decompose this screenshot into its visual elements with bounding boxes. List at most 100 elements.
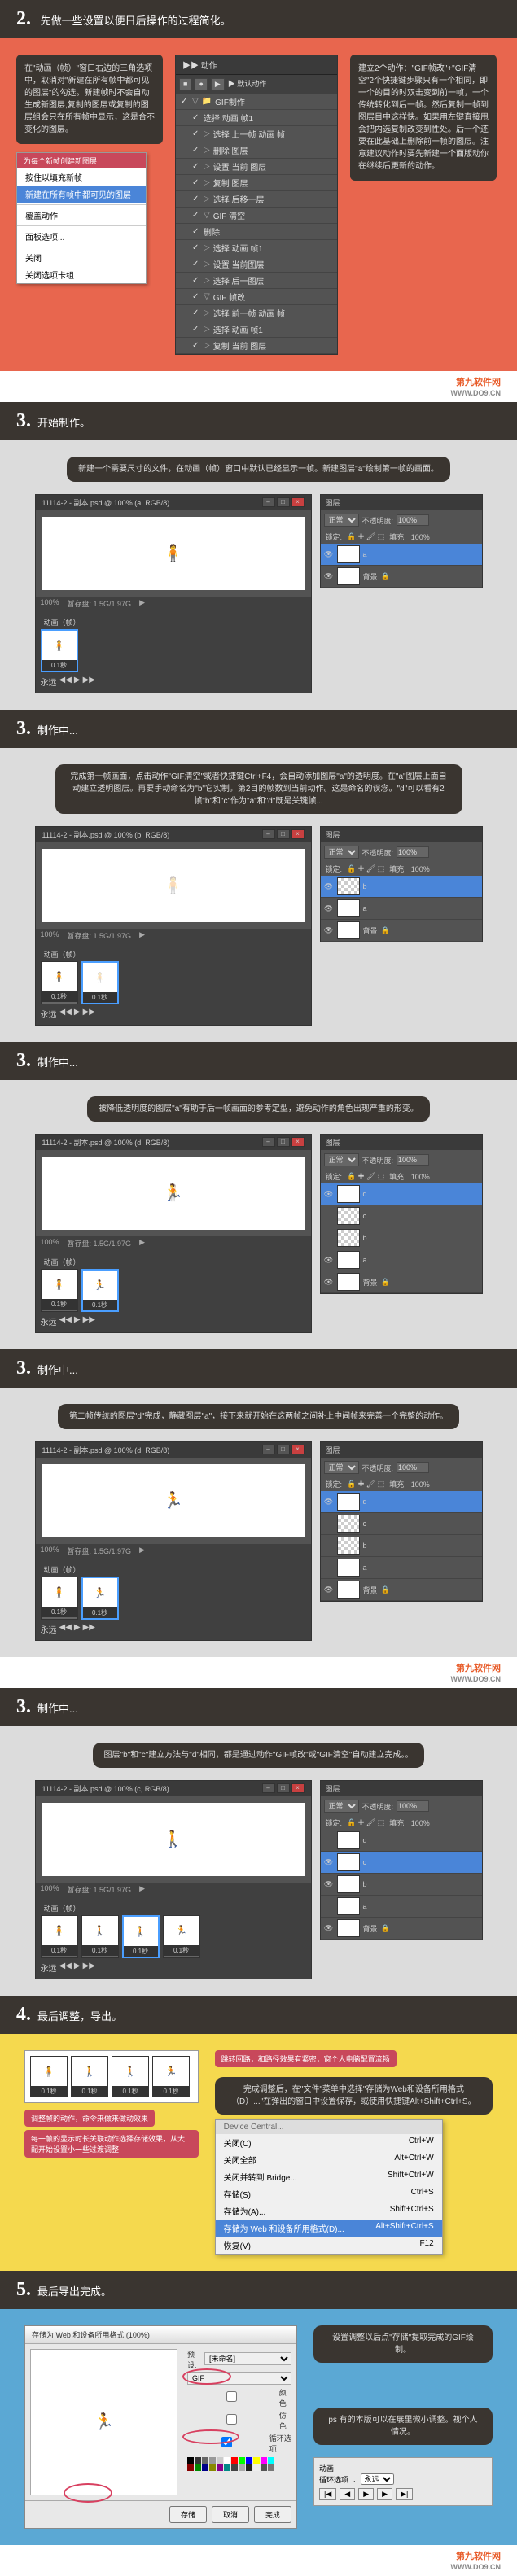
menu-item-highlighted[interactable]: 新建在所有帧中都可见的图层 <box>17 186 146 203</box>
preset-select[interactable]: [未命名] <box>204 2352 291 2365</box>
action-item[interactable]: ✓▷设置 当前图层 <box>176 256 337 273</box>
menu-item[interactable]: 面板选项... <box>17 228 146 245</box>
layer-row[interactable]: 👁背景 🔒 <box>321 1918 482 1940</box>
check[interactable] <box>187 2414 276 2425</box>
menu-item[interactable]: 按住以填充新帧 <box>17 168 146 186</box>
layer-row[interactable]: 👁背景 🔒 <box>321 1579 482 1601</box>
next-icon[interactable]: ▶ <box>377 2488 392 2500</box>
prev-icon[interactable]: ◀ <box>340 2488 355 2500</box>
cancel-button[interactable]: 取消 <box>212 2506 249 2523</box>
ps-document[interactable]: 11114-2 - 副本.psd @ 100% (b, RGB/8)–□× 🧍 … <box>35 826 312 1026</box>
stop-btn[interactable]: ■ <box>179 78 191 90</box>
layer-row[interactable]: b <box>321 1227 482 1249</box>
layer-row[interactable]: 👁c <box>321 1852 482 1874</box>
action-item[interactable]: ✓▽GIF 清空 <box>176 208 337 224</box>
layer-row[interactable]: 👁a <box>321 544 482 566</box>
frame[interactable]: 🏃0.1秒 <box>81 1269 119 1312</box>
canvas[interactable]: 🧍 <box>42 517 305 590</box>
frame[interactable]: 🧍0.1秒 <box>41 1577 78 1620</box>
preview[interactable]: 🏃 <box>30 2349 177 2495</box>
menu-item-highlighted[interactable]: 存储为 Web 和设备所用格式(D)...Alt+Shift+Ctrl+S <box>216 2220 442 2237</box>
action-item[interactable]: ✓▷设置 当前 图层 <box>176 159 337 175</box>
opacity[interactable] <box>397 514 429 526</box>
ps-document[interactable]: 11114-2 - 副本.psd @ 100% (d, RGB/8)–□× 🧍🏃… <box>35 1134 312 1333</box>
blend-mode[interactable]: 正常 <box>324 514 359 527</box>
layer-row[interactable]: 👁背景 🔒 <box>321 566 482 588</box>
loop-select[interactable]: 永远 <box>361 2473 394 2485</box>
zoom[interactable]: 100% <box>41 598 59 609</box>
close-btn[interactable]: × <box>291 497 305 507</box>
actions-toolbar[interactable]: ■ ● ▶ ▶ 默认动作 <box>176 75 337 94</box>
context-menu[interactable]: 为每个新帧创建新图层 按住以填充新帧 新建在所有帧中都可见的图层 覆盖动作 面板… <box>16 152 147 284</box>
layers-panel[interactable]: 图层 正常不透明度: 锁定:🔒 ✚ 🖌 ⬚填充:100% 👁d c b a 👁背… <box>320 1441 483 1602</box>
action-item[interactable]: ✓▷选择 后一图层 <box>176 273 337 289</box>
layers-panel[interactable]: 图层 正常不透明度: 锁定:🔒 ✚ 🖌 ⬚填充:100% d 👁c 👁b a 👁… <box>320 1780 483 1940</box>
layer-row[interactable]: c <box>321 1513 482 1535</box>
action-item[interactable]: ✓▽GIF 帧改 <box>176 289 337 305</box>
layer-row[interactable]: d <box>321 1830 482 1852</box>
export-dialog[interactable]: 存储为 Web 和设备所用格式 (100%) 🏃 预设:[未命名] GIF 颜色… <box>24 2325 297 2529</box>
play-btn[interactable]: ▶ <box>211 78 225 90</box>
layer-row[interactable]: c <box>321 1205 482 1227</box>
done-button[interactable]: 完成 <box>254 2506 291 2523</box>
ps-document[interactable]: 11114-2 - 副本.psd @ 100% (c, RGB/8)–□× 🚶 … <box>35 1780 312 1979</box>
layers-panel[interactable]: 图层 正常不透明度: 锁定:🔒 ✚ 🖌 ⬚填充:100% 👁d c b 👁a 👁… <box>320 1134 483 1294</box>
action-item[interactable]: ✓▷选择 上一帧 动画 帧 <box>176 126 337 142</box>
eye-icon[interactable]: 👁 <box>324 572 334 581</box>
frame[interactable]: 🧍0.1秒 <box>41 629 78 672</box>
check[interactable] <box>187 2391 276 2402</box>
last-icon[interactable]: ▶| <box>396 2488 413 2500</box>
frame[interactable]: 🧍0.1秒 <box>41 961 78 1004</box>
layer-row[interactable]: 👁d <box>321 1491 482 1513</box>
layers-tab[interactable]: 图层 <box>321 495 482 510</box>
menu-item[interactable]: 恢复(V)F12 <box>216 2237 442 2254</box>
menu-item[interactable]: 关闭选项卡组 <box>17 266 146 283</box>
file-menu[interactable]: Device Central... 关闭(C)Ctrl+W 关闭全部Alt+Ct… <box>215 2119 443 2255</box>
layers-panel[interactable]: 图层 正常不透明度: 锁定:🔒 ✚ 🖌 ⬚填充:100% 👁a 👁背景 🔒 <box>320 494 483 588</box>
layer-row[interactable]: b <box>321 1535 482 1557</box>
frame[interactable]: 🏃0.1秒 <box>163 1915 200 1958</box>
layer-row[interactable]: 👁a <box>321 1249 482 1271</box>
layer-row[interactable]: a <box>321 1557 482 1579</box>
actions-panel[interactable]: ▶▶ 动作 ■ ● ▶ ▶ 默认动作 ✓▽📁 GIF制作 ✓选择 动画 帧1 ✓… <box>175 55 338 355</box>
layer-row[interactable]: 👁a <box>321 898 482 920</box>
frame[interactable]: 🏃0.1秒 <box>81 1577 119 1620</box>
play-icon[interactable]: ▶ <box>358 2488 374 2500</box>
menu-item[interactable]: 覆盖动作 <box>17 207 146 224</box>
layer-row[interactable]: 👁背景 🔒 <box>321 920 482 942</box>
actions-tab[interactable]: ▶ 默认动作 <box>228 78 267 90</box>
frame[interactable]: 🧍0.1秒 <box>41 1915 78 1958</box>
action-item[interactable]: ✓▷复制 当前 图层 <box>176 338 337 354</box>
action-item[interactable]: ✓▷删除 图层 <box>176 142 337 159</box>
ps-document[interactable]: 11114-2 - 副本.psd @ 100% (d, RGB/8)–□× 🏃 … <box>35 1441 312 1641</box>
action-item[interactable]: ✓▷选择 动画 帧1 <box>176 321 337 338</box>
menu-item[interactable]: 关闭并转到 Bridge...Shift+Ctrl+W <box>216 2168 442 2185</box>
first-icon[interactable]: |◀ <box>319 2488 336 2500</box>
frame[interactable]: 🚶0.1秒 <box>81 1915 119 1958</box>
menu-item[interactable]: 存储(S)Ctrl+S <box>216 2185 442 2202</box>
frame[interactable]: 🧍0.1秒 <box>41 1269 78 1312</box>
play-icon[interactable]: ▶ <box>74 676 81 688</box>
prev-icon[interactable]: ◀◀ <box>59 676 72 688</box>
save-button[interactable]: 存储 <box>169 2506 207 2523</box>
action-item[interactable]: ✓删除 <box>176 224 337 240</box>
frame[interactable]: 🧍0.1秒 <box>81 961 119 1004</box>
max-btn[interactable]: □ <box>277 497 290 507</box>
layers-panel[interactable]: 图层 正常不透明度: 锁定:🔒 ✚ 🖌 ⬚填充:100% 👁b 👁a 👁背景 🔒 <box>320 826 483 942</box>
layer-row[interactable]: 👁b <box>321 876 482 898</box>
min-btn[interactable]: – <box>262 497 275 507</box>
lock-icons[interactable]: 🔒 ✚ 🖌 ⬚ <box>347 532 384 541</box>
ps-document[interactable]: 11114-2 - 副本.psd @ 100% (a, RGB/8)–□× 🧍 … <box>35 494 312 693</box>
eye-icon[interactable]: 👁 <box>324 550 334 559</box>
action-item[interactable]: ✓▷选择 动画 帧1 <box>176 240 337 256</box>
action-item[interactable]: ✓▷复制 图层 <box>176 175 337 191</box>
action-item[interactable]: ✓▷选择 后移一层 <box>176 191 337 208</box>
menu-item[interactable]: 关闭全部Alt+Ctrl+W <box>216 2151 442 2168</box>
layer-row[interactable]: 👁d <box>321 1183 482 1205</box>
anim-loop-panel[interactable]: 动画 循环选项: 永远 |◀ ◀ ▶ ▶ ▶| <box>313 2457 493 2506</box>
color-table[interactable] <box>187 2457 291 2471</box>
next-icon[interactable]: ▶▶ <box>83 676 95 688</box>
menu-item[interactable]: 关闭 <box>17 249 146 266</box>
action-item[interactable]: ✓选择 动画 帧1 <box>176 110 337 126</box>
loop[interactable]: 永远 <box>41 676 57 688</box>
